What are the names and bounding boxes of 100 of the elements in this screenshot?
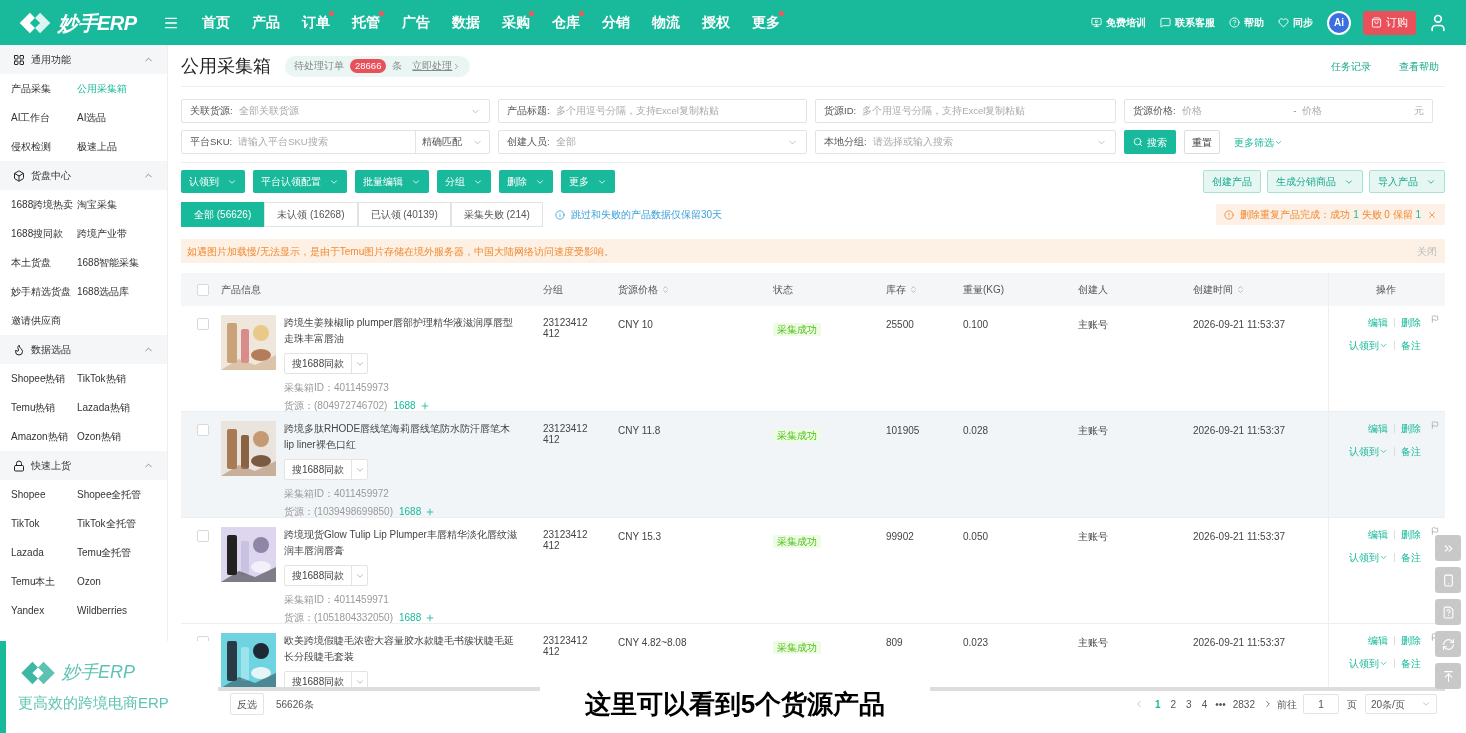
sidebar-item[interactable]: 产品采集: [0, 74, 77, 103]
flag-icon[interactable]: [1431, 315, 1439, 323]
sidebar-item[interactable]: 1688选品库: [77, 277, 168, 306]
ellipsis[interactable]: •••: [1212, 696, 1229, 712]
previous-page-icon[interactable]: [1134, 699, 1144, 709]
select-field[interactable]: 创建人员: 全部: [498, 130, 807, 154]
tab[interactable]: 未认领 (16268): [264, 202, 358, 227]
sidebar-item[interactable]: Temu本土: [0, 567, 77, 596]
column-header: 产品信息: [221, 283, 261, 297]
user-icon[interactable]: [1428, 12, 1448, 33]
refresh-button[interactable]: [1435, 631, 1461, 657]
sidebar-item[interactable]: TikTok: [0, 509, 77, 538]
sidebar-item[interactable]: Ozon热销: [77, 422, 168, 451]
product-title[interactable]: 跨境现货Glow Tulip Lip Plumper丰唇精华淡化唇纹滋润丰唇润唇膏: [284, 527, 520, 559]
search-dropdown[interactable]: 搜1688同款: [284, 459, 368, 480]
sidebar-item[interactable]: 本土货盘: [0, 248, 77, 277]
sidebar-item[interactable]: Yandex: [0, 596, 77, 625]
ai-badge[interactable]: Ai: [1327, 10, 1351, 35]
sidebar-item[interactable]: Temu全托管: [77, 538, 168, 567]
input-field[interactable]: 平台SKU: 请输入平台SKU搜索 精确匹配: [181, 130, 490, 154]
page-number[interactable]: 4: [1196, 696, 1213, 712]
sidebar-section-header[interactable]: 货盘中心: [0, 161, 167, 190]
phone-button[interactable]: [1435, 567, 1461, 593]
flame-icon: [13, 343, 25, 356]
product-title[interactable]: 跨境多肽RHODE唇线笔海莉唇线笔防水防汗唇笔木lip liner裸色口红: [284, 421, 520, 453]
sidebar-item[interactable]: Wildberries: [77, 596, 168, 625]
product-title[interactable]: 跨境生姜辣椒lip plumper唇部护理精华液滋润厚唇型走珠丰富唇油: [284, 315, 520, 347]
sidebar-item[interactable]: AI工作台: [0, 103, 77, 132]
page-number[interactable]: 2: [1165, 696, 1182, 712]
sidebar-section-header[interactable]: 数据选品: [0, 335, 167, 364]
field-label: 创建人员:: [507, 134, 550, 149]
select-field[interactable]: 关联货源: 全部关联货源: [181, 99, 490, 123]
back-to-top-icon: [1441, 669, 1455, 683]
help-document-icon: [1441, 605, 1455, 619]
search-dropdown[interactable]: 搜1688同款: [284, 353, 368, 374]
page-size-select[interactable]: 20条/页: [1365, 694, 1437, 714]
tab[interactable]: 已认领 (40139): [357, 202, 451, 227]
tab[interactable]: 采集失败 (214): [450, 202, 543, 227]
search-dropdown[interactable]: 搜1688同款: [284, 671, 368, 687]
sidebar-item[interactable]: Amazon热销: [0, 422, 77, 451]
checkbox[interactable]: [197, 318, 209, 330]
sidebar-item[interactable]: Lazada热销: [77, 393, 168, 422]
sidebar-item[interactable]: Ozon: [77, 567, 168, 596]
column-header[interactable]: 库存: [886, 282, 918, 297]
sidebar-item[interactable]: 跨境产业带: [77, 219, 168, 248]
search-dropdown[interactable]: 搜1688同款: [284, 565, 368, 586]
sidebar-section-header[interactable]: 快速上货: [0, 451, 167, 480]
group-cell: 23123412412: [543, 635, 589, 657]
column-header: 重量(KG): [963, 283, 1005, 297]
sidebar-item[interactable]: Shopee全托管: [77, 480, 168, 509]
product-title[interactable]: 欧美跨境假睫毛浓密大容量胶水款睫毛书簇状睫毛延长分段睫毛套装: [284, 633, 520, 665]
sidebar-item[interactable]: Lazada: [0, 538, 77, 567]
sidebar-item[interactable]: Shopee: [0, 480, 77, 509]
placeholder: 多个用逗号分隔，支持Excel复制粘贴: [555, 103, 720, 118]
sidebar-item[interactable]: 妙手精选货盘: [0, 277, 77, 306]
sidebar-item[interactable]: 淘宝采集: [77, 190, 168, 219]
search-similar-button[interactable]: 搜1688同款: [285, 566, 353, 585]
sidebar-item[interactable]: AI选品: [77, 103, 168, 132]
page-input[interactable]: 1: [1303, 694, 1339, 714]
double-chevron-button[interactable]: [1435, 535, 1461, 561]
search-similar-button[interactable]: 搜1688同款: [285, 460, 353, 479]
back-to-top-button[interactable]: [1435, 663, 1461, 689]
column-header[interactable]: 货源价格: [618, 282, 670, 297]
sidebar-item[interactable]: 1688智能采集: [77, 248, 168, 277]
close-icon[interactable]: [1427, 209, 1437, 220]
sidebar-item[interactable]: 极速上品: [77, 132, 168, 161]
checkbox[interactable]: [197, 530, 209, 542]
next-page-icon[interactable]: [1263, 699, 1273, 709]
checkbox[interactable]: [197, 424, 209, 436]
flag-icon[interactable]: [1431, 421, 1439, 429]
sidebar-item[interactable]: 邀请供应商: [0, 306, 77, 335]
flag-icon[interactable]: [1431, 527, 1439, 535]
column-header: 分组: [543, 283, 563, 297]
input-field[interactable]: 货源ID: 多个用逗号分隔，支持Excel复制粘贴: [815, 99, 1116, 123]
help-document-button[interactable]: [1435, 599, 1461, 625]
sidebar-item[interactable]: TikTok全托管: [77, 509, 168, 538]
sidebar-section-header[interactable]: 通用功能: [0, 45, 167, 74]
page-number[interactable]: 3: [1181, 696, 1197, 712]
search-similar-button[interactable]: 搜1688同款: [285, 354, 353, 373]
sidebar-item[interactable]: 1688搜同款: [0, 219, 77, 248]
sidebar-section-title: 货盘中心: [31, 169, 72, 183]
warning-text: 如遇图片加载慢/无法显示，是由于Temu图片存储在境外服务器，中国大陆网络访问速度受影响。: [187, 244, 616, 259]
order-button[interactable]: 订购: [1363, 10, 1416, 35]
input-field[interactable]: 产品标题: 多个用逗号分隔，支持Excel复制粘贴: [498, 99, 807, 123]
checkbox[interactable]: [197, 283, 209, 296]
pending-orders-pill[interactable]: 待处理订单 28666 条 立即处理: [285, 55, 471, 77]
sidebar-item[interactable]: Temu热销: [0, 393, 77, 422]
sidebar-item[interactable]: TikTok热销: [77, 364, 168, 393]
sidebar-item[interactable]: Shopee热销: [0, 364, 77, 393]
placeholder: 请选择或输入搜索: [872, 134, 954, 149]
reset-button[interactable]: 重置: [1184, 130, 1220, 154]
match-select[interactable]: 精确匹配: [415, 131, 489, 153]
input-field[interactable]: 货源价格: 价格 - 价格 元: [1124, 99, 1433, 123]
select-field[interactable]: 本地分组: 请选择或输入搜索: [815, 130, 1116, 154]
page-number[interactable]: 2832: [1228, 696, 1259, 712]
invert-selection-button[interactable]: 反选: [230, 693, 264, 715]
price-cell: CNY 15.3: [618, 531, 662, 542]
sidebar-item[interactable]: 1688跨境热卖: [0, 190, 77, 219]
column-header[interactable]: 创建时间: [1193, 282, 1245, 297]
sidebar-item[interactable]: 侵权检测: [0, 132, 77, 161]
